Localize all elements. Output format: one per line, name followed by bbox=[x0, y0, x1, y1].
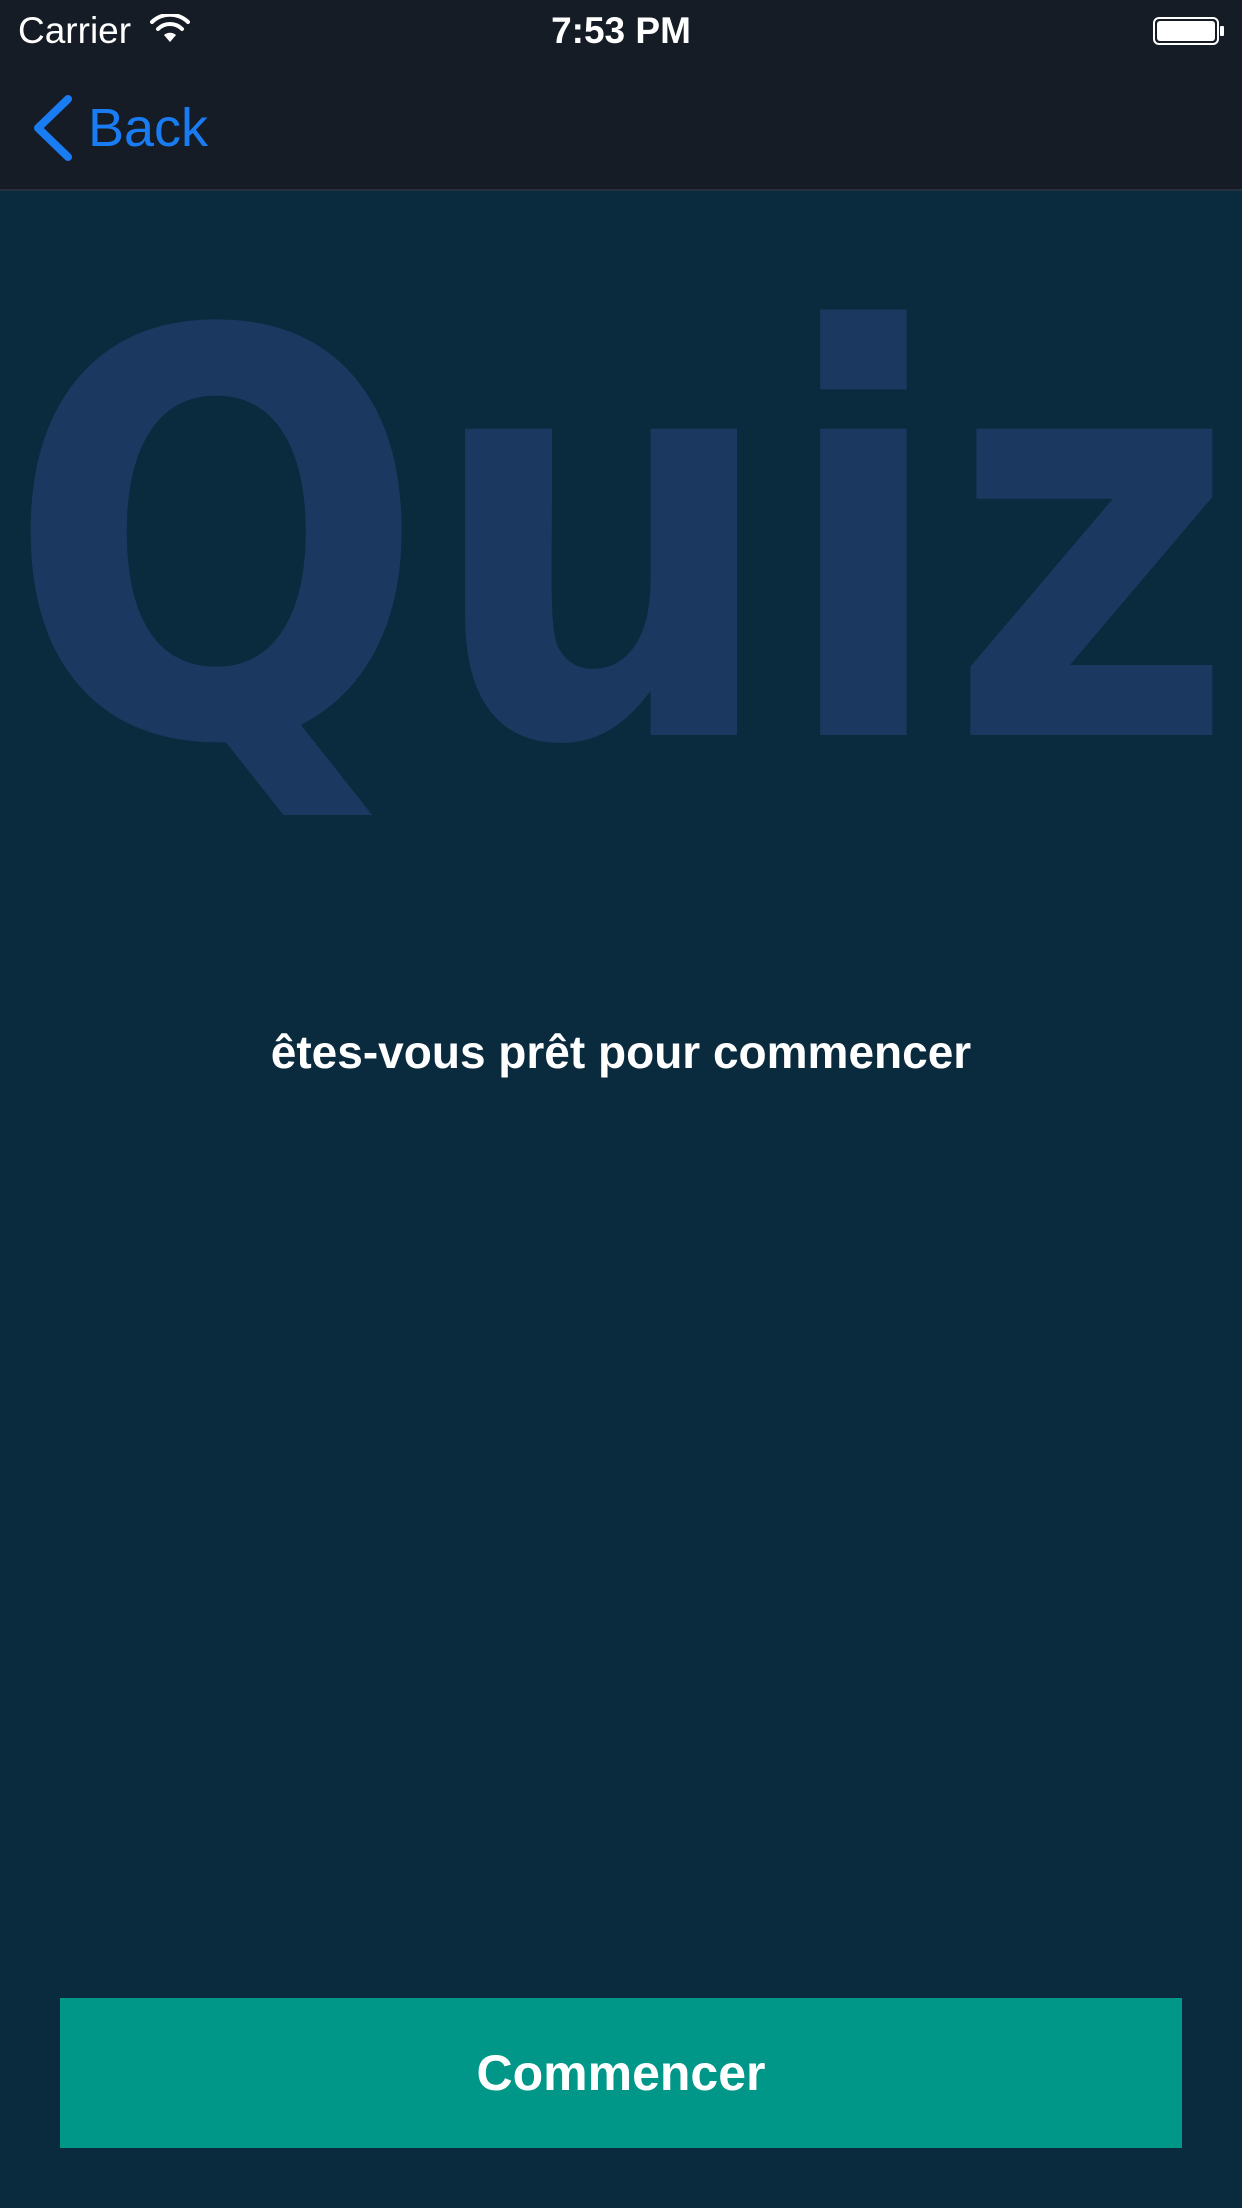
back-button[interactable]: Back bbox=[30, 92, 208, 164]
back-label: Back bbox=[88, 98, 209, 158]
ready-prompt: êtes-vous prêt pour commencer bbox=[270, 1026, 972, 1078]
quiz-watermark-logo: Quiz bbox=[6, 295, 1236, 815]
top-bar: Carrier 7:53 PM Back bbox=[0, 0, 1242, 191]
clock: 7:53 PM bbox=[551, 10, 691, 51]
quiz-start-screen: Carrier 7:53 PM Back Quiz êtes-vous prêt… bbox=[0, 0, 1242, 2208]
navigation-bar: Back bbox=[0, 62, 1242, 191]
start-button[interactable]: Commencer bbox=[60, 1998, 1182, 2148]
quiz-watermark-text: Quiz bbox=[6, 295, 1236, 815]
battery-icon bbox=[1153, 17, 1224, 45]
chevron-left-icon bbox=[34, 95, 72, 161]
status-bar: Carrier 7:53 PM bbox=[0, 0, 1242, 62]
